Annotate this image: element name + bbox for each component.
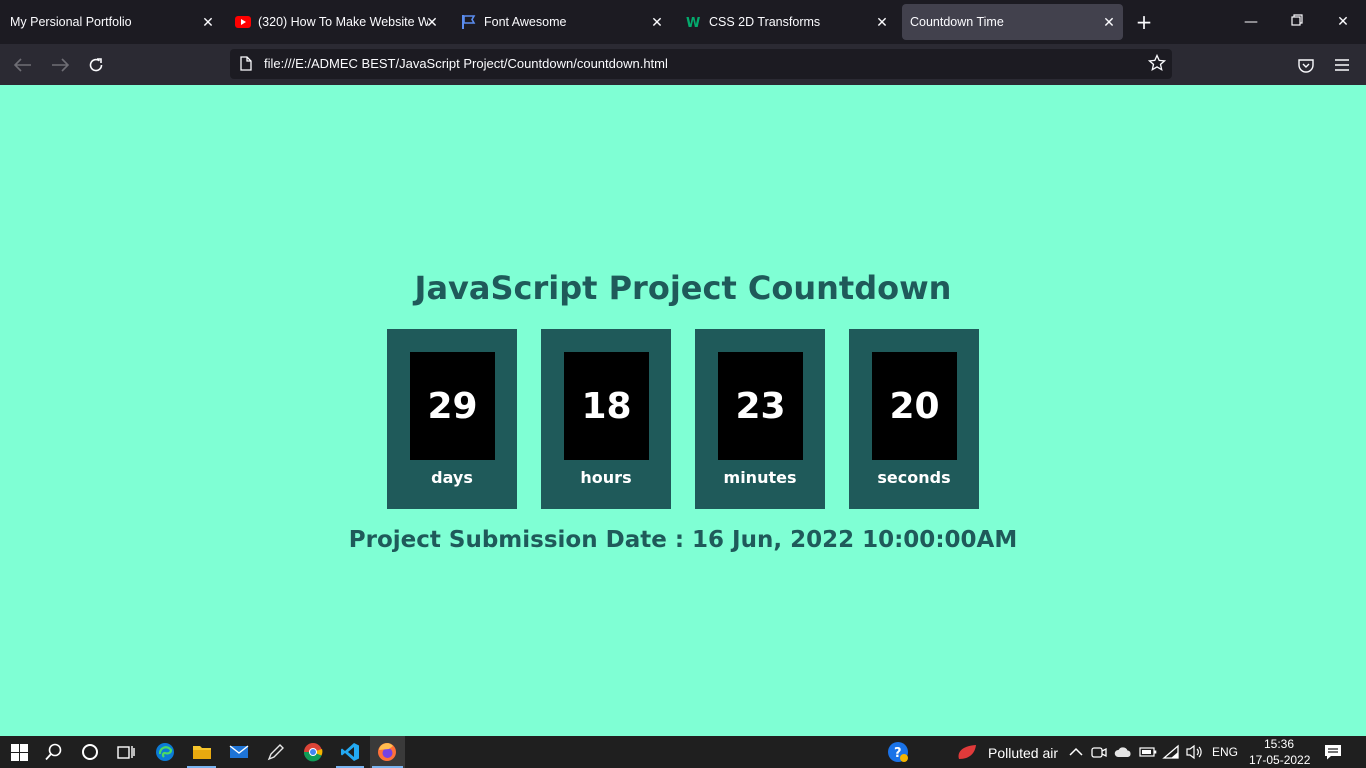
tab-bar: My Persional Portfolio ✕ (320) How To Ma… (0, 0, 1366, 44)
seconds-label: seconds (877, 468, 951, 487)
page-icon (240, 56, 252, 75)
new-tab-icon[interactable]: + (1134, 12, 1154, 32)
close-tab-icon[interactable]: ✕ (649, 14, 665, 30)
tab-title: Countdown Time (910, 15, 1004, 29)
hours-box: 18 hours (541, 329, 671, 509)
days-label: days (431, 468, 473, 487)
reload-icon[interactable] (85, 54, 107, 76)
pocket-icon[interactable] (1295, 54, 1317, 76)
firefox-icon (376, 741, 398, 763)
clock-time[interactable]: 15:36 (1264, 737, 1294, 751)
flag-icon (461, 14, 477, 30)
tab-youtube[interactable]: (320) How To Make Website Wit ✕ (226, 4, 446, 40)
taskbar: ? Polluted air ENG 15:36 17-05-2022 (0, 736, 1366, 768)
bookmark-star-icon[interactable] (1147, 53, 1167, 76)
search-icon[interactable] (43, 741, 65, 763)
page-title: JavaScript Project Countdown (414, 269, 952, 307)
tab-portfolio[interactable]: My Persional Portfolio ✕ (0, 4, 222, 40)
meet-now-icon[interactable] (1088, 741, 1110, 763)
youtube-icon (235, 14, 251, 30)
tab-css-transforms[interactable]: W CSS 2D Transforms ✕ (676, 4, 896, 40)
close-tab-icon[interactable]: ✕ (424, 14, 440, 30)
edge-icon[interactable] (154, 741, 176, 763)
volume-icon[interactable] (1184, 741, 1206, 763)
notification-icon[interactable] (1322, 741, 1344, 763)
forward-icon[interactable] (49, 54, 71, 76)
close-tab-icon[interactable]: ✕ (200, 14, 216, 30)
tab-title: My Persional Portfolio (10, 15, 132, 29)
chrome-icon[interactable] (302, 741, 324, 763)
tab-font-awesome[interactable]: Font Awesome ✕ (451, 4, 671, 40)
task-view-icon[interactable] (115, 741, 137, 763)
wifi-icon[interactable] (1160, 741, 1182, 763)
hours-value: 18 (564, 352, 649, 460)
seconds-value: 20 (872, 352, 957, 460)
windows-start-icon[interactable] (8, 741, 30, 763)
seconds-box: 20 seconds (849, 329, 979, 509)
minutes-box: 23 minutes (695, 329, 825, 509)
clock-date[interactable]: 17-05-2022 (1249, 753, 1310, 767)
close-window-icon[interactable]: ✕ (1332, 12, 1354, 32)
vscode-icon[interactable] (339, 741, 361, 763)
file-explorer-icon[interactable] (191, 741, 213, 763)
language-indicator[interactable]: ENG (1212, 745, 1238, 759)
svg-text:W: W (686, 16, 700, 29)
mail-icon[interactable] (228, 741, 250, 763)
hours-label: hours (580, 468, 632, 487)
chevron-up-icon[interactable] (1065, 741, 1087, 763)
minutes-label: minutes (723, 468, 797, 487)
days-box: 29 days (387, 329, 517, 509)
battery-icon[interactable] (1137, 741, 1159, 763)
minimize-icon[interactable]: — (1240, 12, 1262, 32)
help-icon[interactable]: ? (887, 741, 909, 763)
air-quality-icon[interactable] (956, 741, 978, 763)
firefox-taskbar-button[interactable] (370, 736, 405, 768)
close-tab-icon[interactable]: ✕ (1101, 14, 1117, 30)
menu-icon[interactable] (1331, 54, 1353, 76)
minutes-value: 23 (718, 352, 803, 460)
address-bar[interactable]: file:///E:/ADMEC BEST/JavaScript Project… (230, 49, 1172, 79)
restore-icon[interactable] (1286, 12, 1308, 32)
submission-date: Project Submission Date : 16 Jun, 2022 1… (348, 527, 1018, 553)
close-tab-icon[interactable]: ✕ (874, 14, 890, 30)
w3schools-icon: W (686, 14, 702, 30)
onedrive-icon[interactable] (1112, 741, 1134, 763)
navigation-bar: file:///E:/ADMEC BEST/JavaScript Project… (0, 44, 1366, 85)
url-text[interactable]: file:///E:/ADMEC BEST/JavaScript Project… (264, 56, 668, 71)
weather-text[interactable]: Polluted air (988, 745, 1058, 761)
cortana-icon[interactable] (79, 741, 101, 763)
back-icon[interactable] (12, 54, 34, 76)
page-content: JavaScript Project Countdown 29 days 18 … (0, 85, 1366, 736)
tab-title: CSS 2D Transforms (709, 15, 821, 29)
days-value: 29 (410, 352, 495, 460)
tab-countdown[interactable]: Countdown Time ✕ (902, 4, 1123, 40)
pen-tool-icon[interactable] (265, 741, 287, 763)
tab-title: Font Awesome (484, 15, 567, 29)
tab-title: (320) How To Make Website Wit (258, 15, 428, 29)
